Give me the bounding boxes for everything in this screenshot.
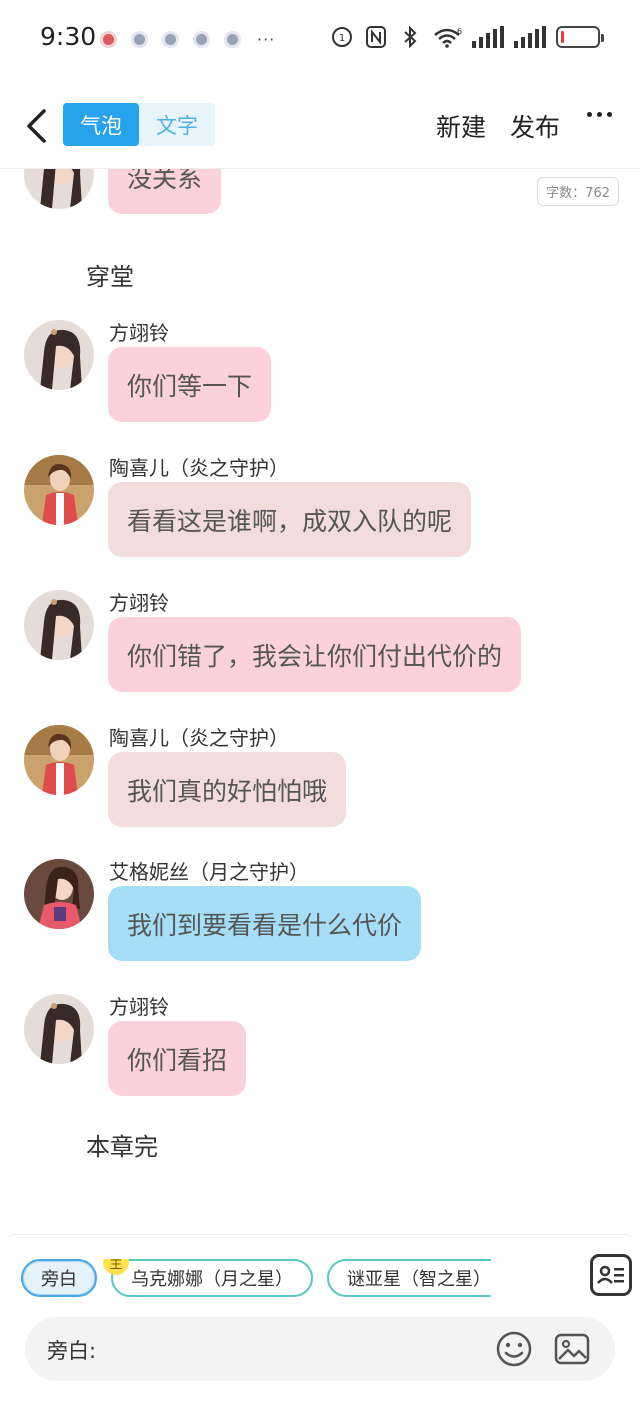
notification-app-icon	[162, 31, 179, 48]
role-chip-narrator[interactable]: 旁白	[21, 1259, 97, 1297]
narration-text[interactable]: 本章完	[86, 1127, 158, 1162]
message-input[interactable]	[105, 1329, 485, 1369]
notification-app-icon	[100, 31, 117, 48]
avatar[interactable]	[24, 455, 94, 525]
battery-icon	[556, 26, 604, 48]
more-horizontal-icon[interactable]	[587, 112, 612, 117]
avatar[interactable]	[24, 320, 94, 390]
avatar[interactable]	[24, 169, 94, 209]
wifi-badge: 6	[457, 27, 462, 36]
svg-text:1: 1	[339, 33, 345, 44]
avatar[interactable]	[24, 994, 94, 1064]
avatar[interactable]	[24, 725, 94, 795]
status-bar: 9:30 ··· 1 6	[0, 0, 640, 76]
bluetooth-icon	[398, 24, 422, 50]
message-bubble[interactable]: 我们到要看看是什么代价	[108, 886, 422, 961]
new-button[interactable]: 新建	[436, 108, 486, 144]
contact-card-icon[interactable]	[590, 1254, 632, 1296]
notification-more: ···	[257, 30, 276, 49]
status-time: 9:30	[40, 22, 97, 51]
role-chip-label: 乌克娜娜（月之星）	[131, 1269, 293, 1290]
volte-icon: 1	[330, 24, 354, 50]
tab-text[interactable]: 文字	[139, 103, 215, 146]
publish-button[interactable]: 发布	[510, 108, 560, 144]
nfc-icon	[364, 24, 388, 50]
role-chip-label: 旁白	[41, 1269, 77, 1290]
narration-text[interactable]: 穿堂	[86, 257, 134, 292]
chat-area[interactable]: 没关系 字数：762 穿堂 方翊铃 你们等一下 陶喜儿（炎之守护） 看看这是谁啊…	[0, 169, 640, 1231]
message-bubble[interactable]: 你们等一下	[108, 347, 272, 422]
image-icon[interactable]	[553, 1330, 591, 1368]
back-arrow-icon	[27, 109, 46, 143]
composer-panel: 旁白 主 乌克娜娜（月之星） 谜亚星（智之星） 旁白:	[0, 1234, 640, 1406]
word-count-badge: 字数：762	[537, 177, 619, 206]
role-selector: 旁白 主 乌克娜娜（月之星） 谜亚星（智之星）	[21, 1259, 491, 1297]
avatar[interactable]	[24, 859, 94, 929]
role-chip-label: 谜亚星（智之星）	[347, 1269, 491, 1290]
message-input-box: 旁白:	[25, 1317, 615, 1381]
role-chip[interactable]: 谜亚星（智之星）	[327, 1259, 491, 1297]
notification-app-icon	[193, 31, 210, 48]
notification-app-icon	[131, 31, 148, 48]
notification-app-icon	[224, 31, 241, 48]
notification-icons: ···	[100, 30, 275, 49]
message-bubble[interactable]: 你们看招	[108, 1021, 247, 1096]
emoji-icon[interactable]	[495, 1330, 533, 1368]
message-bubble[interactable]: 没关系	[108, 169, 222, 214]
message-bubble[interactable]: 看看这是谁啊，成双入队的呢	[108, 482, 472, 557]
sender-name: 方翊铃	[109, 591, 169, 615]
input-role-label: 旁白:	[47, 1339, 97, 1363]
signal-strength-icon	[514, 26, 546, 48]
message-bubble[interactable]: 你们错了，我会让你们付出代价的	[108, 617, 522, 692]
role-chip[interactable]: 主 乌克娜娜（月之星）	[103, 1259, 313, 1297]
system-icons: 1 6	[330, 24, 604, 50]
tab-bubble[interactable]: 气泡	[63, 103, 139, 146]
sender-name: 陶喜儿（炎之守护）	[109, 726, 289, 750]
back-button[interactable]	[18, 104, 54, 148]
main-role-badge: 主	[103, 1259, 129, 1275]
avatar[interactable]	[24, 590, 94, 660]
signal-strength-icon	[472, 26, 504, 48]
sender-name: 方翊铃	[109, 995, 169, 1019]
sender-name: 艾格妮丝（月之守护）	[109, 860, 309, 884]
message-bubble[interactable]: 我们真的好怕怕哦	[108, 752, 347, 827]
sender-name: 陶喜儿（炎之守护）	[109, 456, 289, 480]
view-mode-toggle: 气泡 文字	[63, 103, 215, 146]
wifi-icon: 6	[432, 24, 462, 50]
sender-name: 方翊铃	[109, 321, 169, 345]
top-header: 气泡 文字 新建 发布	[0, 90, 640, 162]
